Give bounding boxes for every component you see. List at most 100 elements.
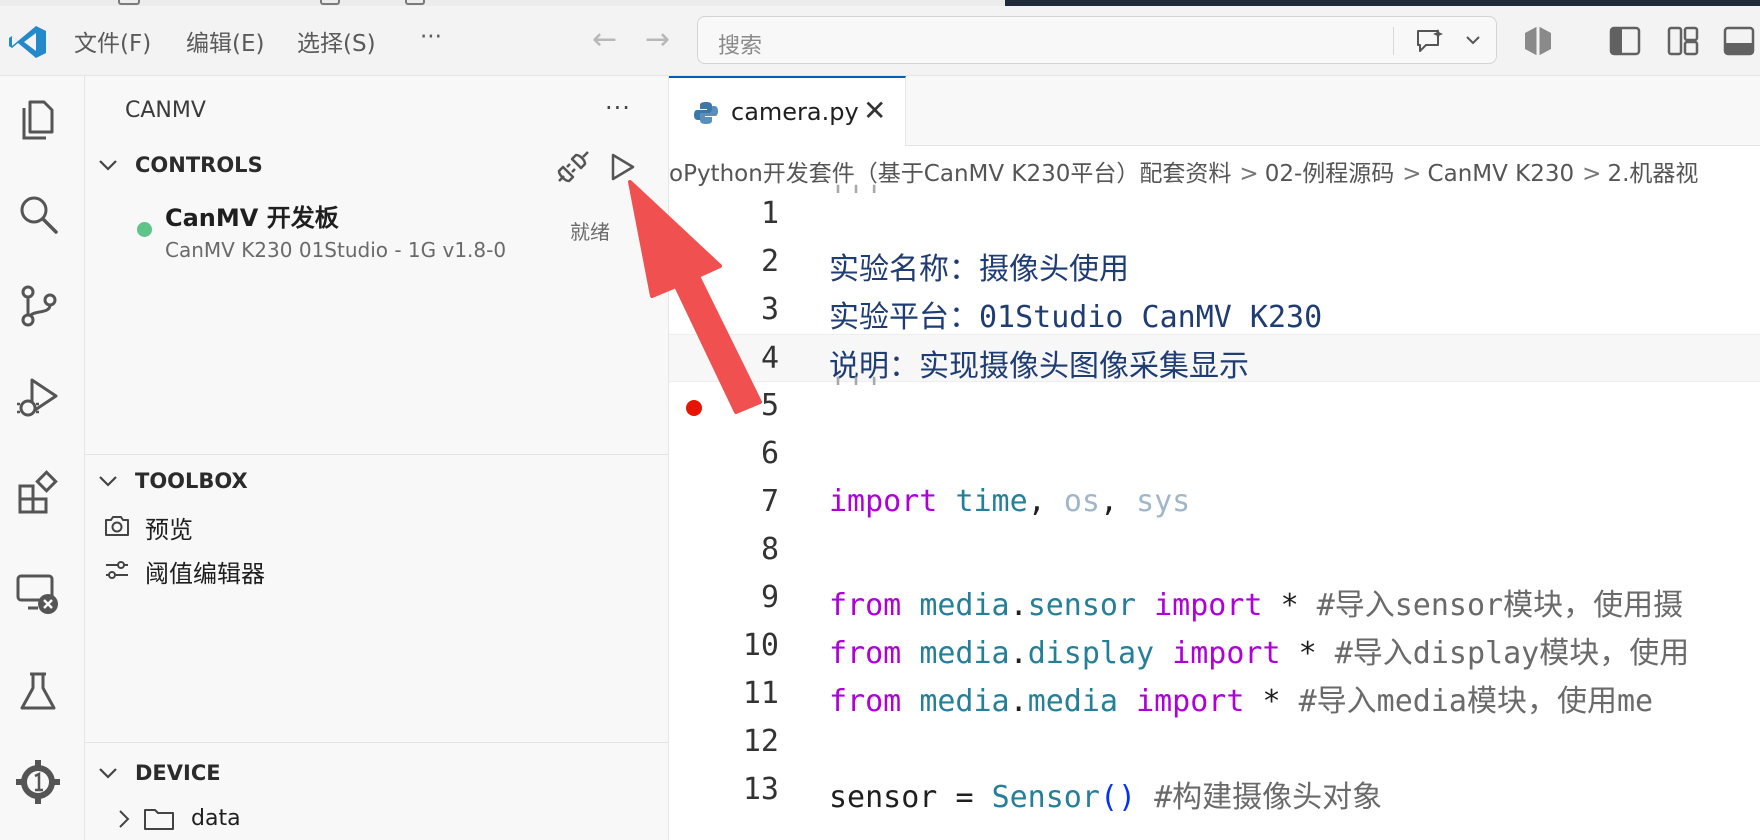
copilot-chat-icon[interactable] xyxy=(1414,27,1446,55)
back-arrow-icon[interactable]: ← xyxy=(592,22,617,57)
code-line: 10 from media.display import * #导入displa… xyxy=(669,622,1760,672)
code-text: sensor = Sensor() #构建摄像头对象 xyxy=(829,772,1382,816)
section-divider xyxy=(85,742,669,743)
code-line: 12 xyxy=(669,718,1760,766)
section-toolbox-header[interactable]: TOOLBOX xyxy=(95,464,665,500)
editor-tab-bar: camera.py ✕ xyxy=(669,76,1760,147)
code-token: . xyxy=(1009,588,1028,623)
explorer-files-icon[interactable] xyxy=(14,96,62,144)
breadcrumb-item[interactable]: CanMV K230 xyxy=(1428,161,1575,187)
code-token: from xyxy=(829,636,902,671)
testing-beaker-icon[interactable] xyxy=(14,668,62,716)
chevron-down-icon[interactable] xyxy=(95,468,121,494)
code-token: time xyxy=(955,484,1028,519)
chevron-down-icon[interactable] xyxy=(95,152,121,178)
code-line: 2 实验名称：摄像头使用 xyxy=(669,238,1760,287)
code-text: import time, os, sys xyxy=(829,484,1190,519)
tab-camera-py[interactable]: camera.py ✕ xyxy=(669,76,906,147)
code-token: sys xyxy=(1136,484,1191,519)
code-text: 实验名称：摄像头使用 xyxy=(829,252,1129,287)
menu-selection[interactable]: 选择(S) xyxy=(297,24,376,58)
menu-more[interactable]: ··· xyxy=(420,24,442,50)
code-line: 3 实验平台：01Studio CanMV K230 xyxy=(669,286,1760,336)
code-token: display xyxy=(1027,636,1155,671)
section-controls-label: CONTROLS xyxy=(135,153,263,177)
breadcrumb-item[interactable]: 02-例程源码 xyxy=(1265,161,1395,187)
toggle-panel-icon[interactable] xyxy=(1722,24,1756,58)
code-line: 7 import time, os, sys xyxy=(669,478,1760,526)
chevron-down-icon[interactable] xyxy=(1464,31,1482,49)
section-device-header[interactable]: DEVICE xyxy=(95,756,665,792)
section-device-label: DEVICE xyxy=(135,761,221,785)
code-token: media xyxy=(919,588,1010,623)
taskbar-icon-fragment xyxy=(320,0,340,5)
code-token: , xyxy=(1027,484,1046,519)
code-comment: #构建摄像头对象 xyxy=(1154,780,1383,815)
section-divider xyxy=(85,454,669,455)
code-token: . xyxy=(1009,684,1028,719)
layout-panels-icon[interactable] xyxy=(1666,24,1700,58)
search-placeholder: 搜索 xyxy=(718,34,763,59)
code-comment: #导入sensor模块，使用摄 xyxy=(1316,588,1684,623)
device-status-dot xyxy=(137,222,152,237)
tab-label: camera.py xyxy=(731,98,859,126)
canmv-gear-icon[interactable] xyxy=(14,758,62,806)
line-number: 10 xyxy=(742,628,779,663)
code-line: 13 sensor = Sensor() #构建摄像头对象 xyxy=(669,766,1760,816)
close-icon[interactable]: ✕ xyxy=(863,94,886,127)
device-name[interactable]: CanMV 开发板 xyxy=(165,198,339,233)
toggle-sidebar-icon[interactable] xyxy=(1608,24,1642,58)
breadcrumb-item[interactable]: 2.机器视 xyxy=(1607,161,1698,187)
command-center-search[interactable]: 搜索 xyxy=(697,16,1497,64)
code-token: * xyxy=(1262,684,1281,719)
code-editor[interactable]: 1 ''' 2 实验名称：摄像头使用 3 实验平台：01Studio CanMV… xyxy=(669,180,1760,840)
code-token: os xyxy=(1063,484,1100,519)
search-divider xyxy=(1393,27,1394,55)
extensions-icon[interactable] xyxy=(14,470,62,518)
device-firmware: CanMV K230 01Studio - 1G v1.8-0 xyxy=(165,238,507,262)
code-token: 01Studio CanMV K230 xyxy=(979,300,1323,335)
chevron-down-icon[interactable] xyxy=(95,760,121,786)
python-file-icon xyxy=(694,102,718,124)
code-token: * xyxy=(1298,636,1317,671)
code-token: media xyxy=(919,636,1010,671)
menu-file[interactable]: 文件(F) xyxy=(74,24,151,58)
code-line: 9 from media.sensor import * #导入sensor模块… xyxy=(669,574,1760,624)
taskbar-icon-fragment xyxy=(118,0,140,5)
code-text: from media.sensor import * #导入sensor模块，使… xyxy=(829,580,1683,624)
line-number: 7 xyxy=(760,484,779,519)
chevron-right-icon[interactable] xyxy=(113,808,135,830)
sidebar-title: CANMV xyxy=(125,98,206,123)
copilot-icon[interactable] xyxy=(1521,24,1555,58)
code-token: media xyxy=(1027,684,1118,719)
connect-plug-icon[interactable] xyxy=(555,149,591,185)
sidebar-more-actions[interactable]: ··· xyxy=(605,94,631,122)
code-text: ''' xyxy=(829,180,884,215)
code-line: 1 ''' xyxy=(669,180,1760,238)
line-number: 8 xyxy=(760,532,779,567)
taskbar-icon-fragment xyxy=(405,0,425,5)
search-icon[interactable] xyxy=(14,190,62,238)
editor-area: camera.py ✕ oPython开发套件（基于CanMV K230平台）配… xyxy=(669,76,1760,840)
run-debug-icon[interactable] xyxy=(14,374,62,422)
forward-arrow-icon[interactable]: → xyxy=(645,22,670,57)
remote-explorer-icon[interactable] xyxy=(14,570,62,618)
code-line: 11 from media.media import * #导入media模块，… xyxy=(669,670,1760,719)
code-token: * xyxy=(1280,588,1299,623)
code-line: 5 ''' xyxy=(669,372,1760,430)
code-token: import xyxy=(1172,636,1281,671)
menu-edit[interactable]: 编辑(E) xyxy=(186,24,264,58)
line-number: 9 xyxy=(760,580,779,615)
code-text: 实验平台：01Studio CanMV K230 xyxy=(829,292,1322,336)
code-token: , xyxy=(1099,484,1118,519)
code-text: from media.display import * #导入display模块… xyxy=(829,628,1689,672)
line-number: 13 xyxy=(742,772,779,807)
code-token: import xyxy=(1136,684,1245,719)
code-comment: #导入display模块，使用 xyxy=(1334,636,1690,671)
line-number: 6 xyxy=(760,436,779,471)
breadcrumb-separator: > xyxy=(1582,161,1602,187)
code-token: import xyxy=(829,484,938,519)
folder-name: data xyxy=(191,806,241,831)
source-control-icon[interactable] xyxy=(14,282,62,330)
section-toolbox-label: TOOLBOX xyxy=(135,469,248,493)
